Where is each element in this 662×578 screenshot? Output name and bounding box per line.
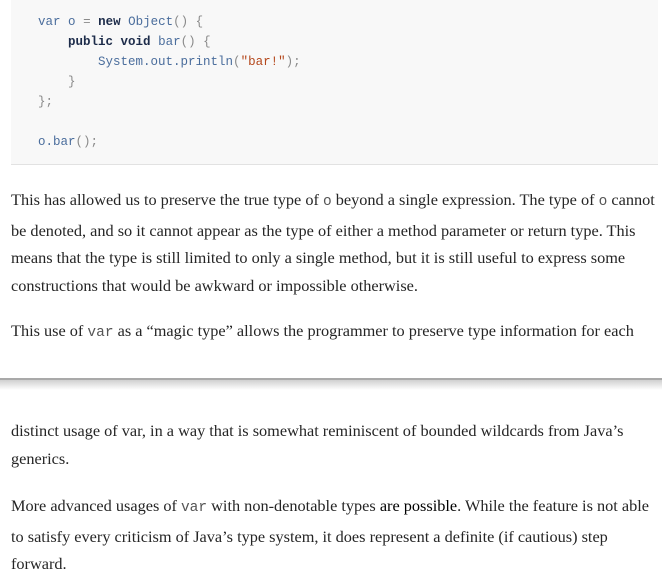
code-line-1: var o = new Object() { — [38, 12, 203, 32]
code-token: bar — [158, 35, 181, 49]
code-token: System.out.println — [98, 55, 234, 69]
code-token: () — [173, 15, 189, 29]
paragraph-3: distinct usage of var, in a way that is … — [11, 417, 661, 472]
code-token: { — [195, 15, 204, 29]
code-token: var — [38, 15, 61, 29]
code-token: o — [68, 15, 76, 29]
code-keyword: new — [98, 15, 121, 29]
paragraph-text: beyond a single expression. The type of — [331, 190, 599, 209]
code-line-2: public void bar() { — [38, 32, 211, 52]
code-token: ( — [233, 55, 241, 69]
code-line-5: }; — [38, 92, 53, 112]
code-token: } — [68, 75, 76, 89]
paragraph-text: This use of — [11, 321, 88, 340]
code-line-6: o.bar(); — [38, 132, 98, 152]
paragraph-4: More advanced usages of var with non-den… — [11, 492, 661, 578]
inline-code: o — [322, 194, 332, 210]
paragraph-text: as a “magic type” allows the programmer … — [113, 321, 634, 340]
code-string: "bar!" — [240, 55, 286, 69]
code-token: { — [203, 35, 211, 49]
paragraph-1: This has allowed us to preserve the true… — [11, 186, 661, 299]
paragraph-text: with non-denotable types — [207, 496, 380, 515]
page-break — [0, 378, 662, 390]
code-token: o.bar — [38, 135, 76, 149]
code-token: ); — [285, 55, 301, 69]
code-token: () — [180, 35, 196, 49]
code-line-3: System.out.println("bar!"); — [38, 52, 301, 72]
highlighted-text: are possible — [379, 496, 458, 515]
paragraph-text: More advanced usages of — [11, 496, 181, 515]
code-line-4: } — [38, 72, 76, 92]
paragraph-2: This use of var as a “magic type” allows… — [11, 317, 661, 348]
code-token: = — [83, 15, 91, 29]
code-token: }; — [38, 95, 54, 109]
code-block: var o = new Object() { public void bar()… — [11, 0, 658, 165]
inline-code: var — [87, 325, 114, 341]
code-keyword: public — [68, 35, 114, 49]
inline-code: var — [180, 500, 208, 516]
code-keyword: void — [120, 35, 151, 49]
paragraph-text: distinct usage of var, in a way that is … — [11, 421, 624, 468]
inline-code: o — [598, 194, 608, 210]
code-token: Object — [128, 15, 174, 29]
code-token: (); — [75, 135, 99, 149]
paragraph-text: This has allowed us to preserve the true… — [11, 190, 323, 209]
